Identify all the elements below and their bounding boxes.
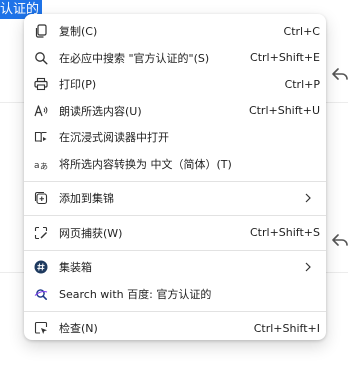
menu-item-shortcut: Ctrl+Shift+U — [248, 104, 320, 118]
menu-item-copy[interactable]: 复制(C) Ctrl+C — [24, 18, 326, 45]
svg-text:a: a — [34, 161, 40, 171]
immersive-reader-icon — [34, 130, 48, 144]
inspect-icon — [34, 321, 48, 335]
menu-separator — [24, 310, 326, 312]
menu-item-label: 打印(P) — [59, 78, 97, 92]
menu-item-immersive-reader[interactable]: 在沉浸式阅读器中打开 — [24, 124, 326, 151]
menu-item-shortcut: Ctrl+Shift+I — [253, 321, 320, 335]
menu-separator — [24, 249, 326, 251]
menu-item-label: 朗读所选内容(U) — [59, 104, 142, 118]
menu-item-label: 将所选内容转换为 中文（简体）(T) — [59, 157, 232, 171]
collections-icon — [34, 191, 48, 205]
context-menu: 复制(C) Ctrl+C 在必应中搜索 "官方认证的"(S) Ctrl+Shif… — [24, 14, 326, 340]
read-aloud-icon — [34, 104, 48, 118]
reply-icon[interactable] — [332, 66, 348, 82]
hash-badge-icon — [34, 260, 48, 274]
menu-separator — [24, 215, 326, 216]
menu-item-label: 在沉浸式阅读器中打开 — [59, 131, 169, 145]
menu-item-read-aloud[interactable]: 朗读所选内容(U) Ctrl+Shift+U — [24, 98, 326, 125]
menu-item-shortcut: Ctrl+Shift+S — [250, 226, 320, 240]
svg-text:あ: あ — [40, 162, 48, 171]
search-extension-icon — [34, 287, 48, 301]
chevron-right-icon — [304, 193, 312, 203]
menu-item-search-bing[interactable]: 在必应中搜索 "官方认证的"(S) Ctrl+Shift+E — [24, 45, 326, 72]
menu-item-label: 网页捕获(W) — [59, 226, 123, 240]
menu-item-label: 集装箱 — [59, 261, 92, 275]
printer-icon — [34, 77, 48, 91]
search-icon — [34, 51, 48, 65]
menu-item-label: 在必应中搜索 "官方认证的"(S) — [59, 51, 210, 65]
menu-item-shortcut: Ctrl+C — [283, 24, 320, 38]
menu-item-print[interactable]: 打印(P) Ctrl+P — [24, 71, 326, 98]
menu-item-shortcut: Ctrl+Shift+E — [250, 51, 320, 65]
menu-item-add-to-collections[interactable]: 添加到集锦 — [24, 185, 326, 212]
menu-item-label: 添加到集锦 — [59, 192, 114, 206]
menu-item-toolbox[interactable]: 集装箱 — [24, 254, 326, 281]
menu-item-label: 检查(N) — [59, 322, 98, 336]
copy-icon — [34, 24, 48, 38]
menu-item-label: 复制(C) — [59, 25, 98, 39]
menu-item-inspect[interactable]: 检查(N) Ctrl+Shift+I — [24, 315, 326, 342]
menu-item-translate[interactable]: aあ 将所选内容转换为 中文（简体）(T) — [24, 151, 326, 178]
translate-icon: aあ — [34, 157, 48, 171]
menu-item-shortcut: Ctrl+P — [284, 77, 320, 91]
web-capture-icon — [34, 226, 48, 240]
menu-item-label: Search with 百度: 官方认证的 — [59, 287, 212, 301]
menu-item-web-capture[interactable]: 网页捕获(W) Ctrl+Shift+S — [24, 220, 326, 247]
menu-separator — [24, 180, 326, 182]
menu-item-search-baidu[interactable]: Search with 百度: 官方认证的 — [24, 281, 326, 308]
reply-icon[interactable] — [332, 232, 348, 248]
chevron-right-icon — [304, 262, 312, 272]
